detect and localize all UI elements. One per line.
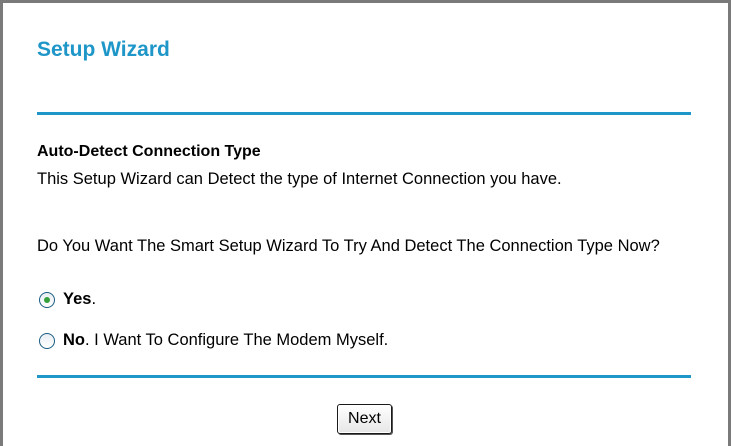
option-no-label: No. I Want To Configure The Modem Myself…: [63, 331, 389, 349]
option-yes[interactable]: Yes.: [37, 290, 96, 309]
bottom-divider: [37, 375, 691, 378]
option-no[interactable]: No. I Want To Configure The Modem Myself…: [37, 331, 388, 350]
radio-yes[interactable]: [39, 291, 55, 308]
next-button[interactable]: Next: [337, 404, 392, 434]
setup-wizard-panel: Setup Wizard Auto-Detect Connection Type…: [0, 0, 731, 446]
option-yes-label: Yes.: [63, 290, 97, 308]
radio-no[interactable]: [39, 332, 55, 349]
top-divider: [37, 112, 691, 115]
description-text: This Setup Wizard can Detect the type of…: [37, 170, 562, 188]
page-title: Setup Wizard: [37, 38, 170, 61]
question-text: Do You Want The Smart Setup Wizard To Tr…: [37, 237, 660, 255]
section-heading: Auto-Detect Connection Type: [37, 143, 261, 160]
